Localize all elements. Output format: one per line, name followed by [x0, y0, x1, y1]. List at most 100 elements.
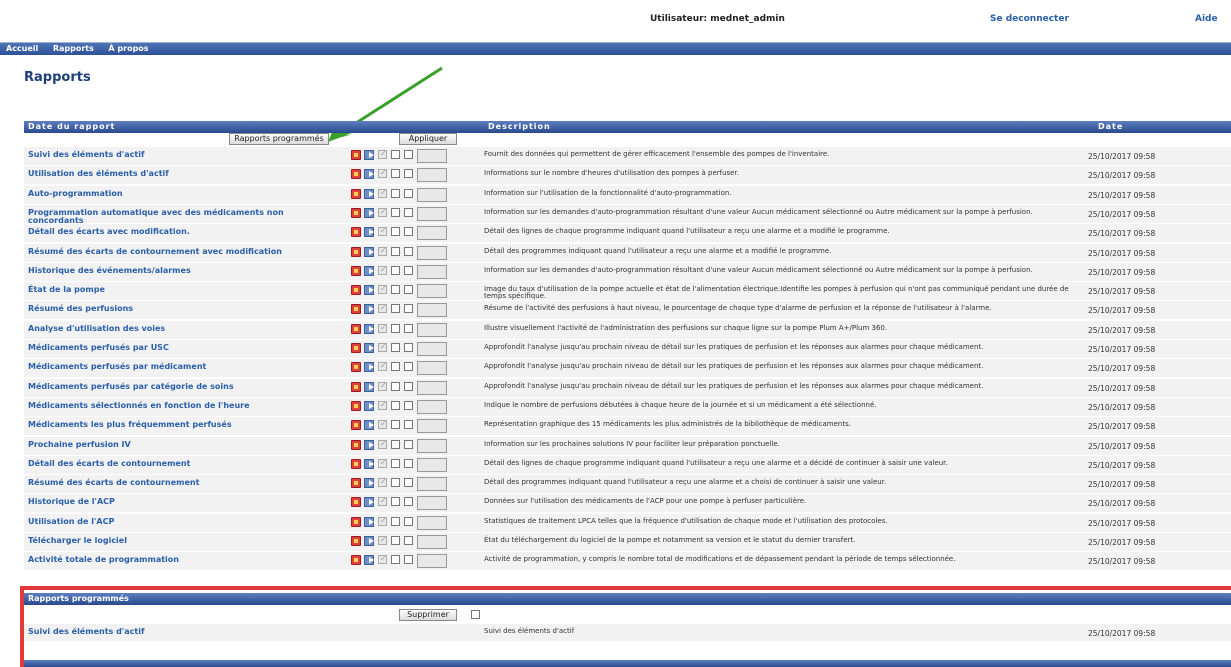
option-checkbox[interactable]	[404, 169, 413, 179]
option-checkbox[interactable]	[391, 439, 400, 449]
export-icon[interactable]	[364, 285, 374, 296]
export-icon[interactable]	[364, 516, 374, 527]
pdf-icon[interactable]	[351, 227, 361, 238]
nav-reports[interactable]: Rapports	[53, 43, 94, 55]
value-input[interactable]	[417, 226, 447, 241]
export-icon[interactable]	[364, 265, 374, 276]
report-name-link[interactable]: Médicaments perfusés par médicament	[28, 363, 328, 371]
report-name-link[interactable]: Médicaments perfusés par USC	[28, 344, 328, 352]
report-name-link[interactable]: Détail des écarts avec modification.	[28, 228, 328, 236]
value-input[interactable]	[417, 419, 447, 434]
pdf-icon[interactable]	[351, 400, 361, 411]
export-icon[interactable]	[364, 304, 374, 315]
export-icon[interactable]	[364, 150, 374, 160]
option-checkbox[interactable]	[391, 304, 400, 314]
value-input[interactable]	[417, 168, 447, 183]
option-checkbox[interactable]	[391, 343, 400, 352]
pdf-icon[interactable]	[351, 265, 361, 276]
option-checkbox[interactable]	[404, 362, 413, 372]
report-name-link[interactable]: Résumé des écarts de contournement	[28, 479, 328, 487]
export-icon[interactable]	[364, 343, 374, 353]
delete-button[interactable]: Supprimer	[399, 609, 457, 621]
export-icon[interactable]	[364, 400, 374, 411]
pdf-icon[interactable]	[351, 343, 361, 353]
export-icon[interactable]	[364, 169, 374, 180]
option-checkbox[interactable]	[391, 285, 400, 295]
option-checkbox[interactable]	[404, 400, 413, 410]
option-checkbox[interactable]	[391, 227, 400, 237]
option-checkbox[interactable]	[404, 439, 413, 449]
value-input[interactable]	[417, 187, 447, 202]
scheduled-report-name[interactable]: Suivi des éléments d'actif	[28, 628, 328, 636]
nav-about[interactable]: À propos	[108, 43, 148, 55]
report-name-link[interactable]: Historique des événements/alarmes	[28, 266, 328, 275]
report-name-link[interactable]: Médicaments les plus fréquemment perfusé…	[28, 421, 328, 429]
pdf-icon[interactable]	[351, 439, 361, 450]
value-input[interactable]	[417, 515, 447, 530]
value-input[interactable]	[417, 554, 447, 569]
option-checkbox[interactable]	[391, 362, 400, 372]
report-name-link[interactable]: Résumé des écarts de contournement avec …	[28, 247, 328, 256]
export-icon[interactable]	[364, 188, 374, 199]
pdf-icon[interactable]	[351, 150, 361, 160]
value-input[interactable]	[417, 284, 447, 299]
logout-link[interactable]: Se deconnecter	[990, 14, 1069, 24]
report-name-link[interactable]: Résumé des perfusions	[28, 305, 328, 313]
export-icon[interactable]	[364, 458, 374, 469]
option-checkbox[interactable]	[404, 265, 413, 275]
scheduled-reports-button[interactable]: Rapports programmés	[229, 133, 329, 145]
option-checkbox[interactable]	[404, 304, 413, 314]
option-checkbox[interactable]	[404, 285, 413, 295]
pdf-icon[interactable]	[351, 478, 361, 489]
pdf-icon[interactable]	[351, 555, 361, 566]
value-input[interactable]	[417, 438, 447, 453]
report-name-link[interactable]: Analyse d'utilisation des voies	[28, 324, 328, 333]
option-checkbox[interactable]	[391, 381, 400, 391]
report-name-link[interactable]: Auto-programmation	[28, 189, 328, 198]
apply-button[interactable]: Appliquer	[399, 133, 457, 145]
report-name-link[interactable]: Détail des écarts de contournement	[28, 459, 328, 468]
value-input[interactable]	[417, 380, 447, 395]
value-input[interactable]	[417, 477, 447, 492]
report-name-link[interactable]: Prochaine perfusion IV	[28, 440, 328, 449]
report-name-link[interactable]: Suivi des éléments d'actif	[28, 151, 328, 159]
report-name-link[interactable]: Médicaments sélectionnés en fonction de …	[28, 401, 328, 410]
value-input[interactable]	[417, 399, 447, 414]
value-input[interactable]	[417, 303, 447, 318]
option-checkbox[interactable]	[391, 516, 400, 526]
option-checkbox[interactable]	[391, 458, 400, 468]
export-icon[interactable]	[364, 323, 374, 334]
option-checkbox[interactable]	[391, 207, 400, 217]
option-checkbox[interactable]	[404, 150, 413, 159]
option-checkbox[interactable]	[404, 227, 413, 237]
pdf-icon[interactable]	[351, 207, 361, 218]
pdf-icon[interactable]	[351, 362, 361, 373]
report-name-link[interactable]: Télécharger le logiciel	[28, 537, 328, 545]
report-name-link[interactable]: Historique de l'ACP	[28, 498, 328, 506]
export-icon[interactable]	[364, 497, 374, 508]
option-checkbox[interactable]	[404, 516, 413, 526]
option-checkbox[interactable]	[404, 246, 413, 256]
export-icon[interactable]	[364, 555, 374, 566]
export-icon[interactable]	[364, 362, 374, 373]
option-checkbox[interactable]	[391, 420, 400, 430]
value-input[interactable]	[417, 206, 447, 221]
option-checkbox[interactable]	[391, 188, 400, 198]
pdf-icon[interactable]	[351, 285, 361, 296]
report-name-link[interactable]: Activité totale de programmation	[28, 556, 328, 564]
option-checkbox[interactable]	[404, 420, 413, 430]
value-input[interactable]	[417, 361, 447, 376]
pdf-icon[interactable]	[351, 516, 361, 527]
option-checkbox[interactable]	[404, 343, 413, 352]
option-checkbox[interactable]	[391, 536, 400, 545]
option-checkbox[interactable]	[391, 150, 400, 159]
option-checkbox[interactable]	[404, 497, 413, 507]
value-input[interactable]	[417, 496, 447, 511]
help-link[interactable]: Aide	[1195, 14, 1218, 24]
value-input[interactable]	[417, 264, 447, 279]
value-input[interactable]	[417, 342, 447, 356]
pdf-icon[interactable]	[351, 536, 361, 546]
value-input[interactable]	[417, 457, 447, 472]
option-checkbox[interactable]	[391, 478, 400, 488]
report-name-link[interactable]: Utilisation des éléments d'actif	[28, 170, 328, 178]
